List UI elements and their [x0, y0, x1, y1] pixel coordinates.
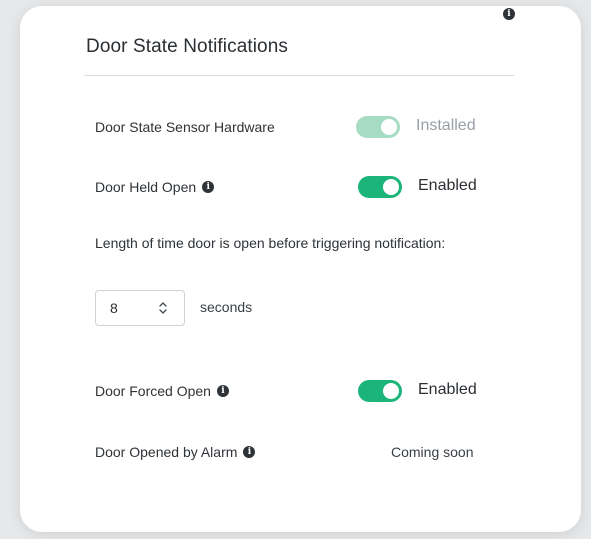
card-title: Door State Notifications [86, 36, 288, 57]
toggle-knob [383, 179, 399, 195]
opened-by-alarm-label-text: Door Opened by Alarm [95, 444, 238, 460]
seconds-unit-label: seconds [200, 299, 253, 315]
forced-open-toggle[interactable] [358, 380, 402, 402]
opened-by-alarm-label: Door Opened by Alarm i [95, 444, 256, 460]
forced-open-label-text: Door Forced Open [95, 383, 211, 399]
stepper-arrows-icon[interactable] [158, 301, 168, 315]
sensor-hardware-status: Installed [416, 117, 476, 134]
held-open-toggle[interactable] [358, 176, 402, 198]
held-open-status: Enabled [418, 177, 477, 194]
stepper-value: 8 [110, 300, 118, 316]
info-icon[interactable]: i [503, 7, 515, 20]
header-divider [84, 75, 514, 76]
sensor-hardware-label: Door State Sensor Hardware [95, 119, 275, 135]
door-state-notifications-card: Door State Notifications i Door State Se… [20, 6, 581, 532]
sensor-hardware-label-text: Door State Sensor Hardware [95, 119, 275, 135]
toggle-knob [383, 383, 399, 399]
held-open-info-icon[interactable]: i [202, 181, 215, 194]
toggle-knob [381, 119, 397, 135]
sensor-hardware-toggle [356, 116, 400, 138]
forced-open-info-icon[interactable]: i [216, 385, 229, 398]
opened-by-alarm-status: Coming soon [391, 444, 474, 460]
held-open-label-text: Door Held Open [95, 179, 197, 195]
held-open-seconds-stepper[interactable]: 8 [95, 290, 185, 326]
forced-open-label: Door Forced Open i [95, 383, 229, 399]
forced-open-status: Enabled [418, 381, 477, 398]
held-open-label: Door Held Open i [95, 179, 215, 195]
held-open-time-description: Length of time door is open before trigg… [95, 235, 446, 251]
opened-by-alarm-info-icon[interactable]: i [243, 446, 256, 459]
